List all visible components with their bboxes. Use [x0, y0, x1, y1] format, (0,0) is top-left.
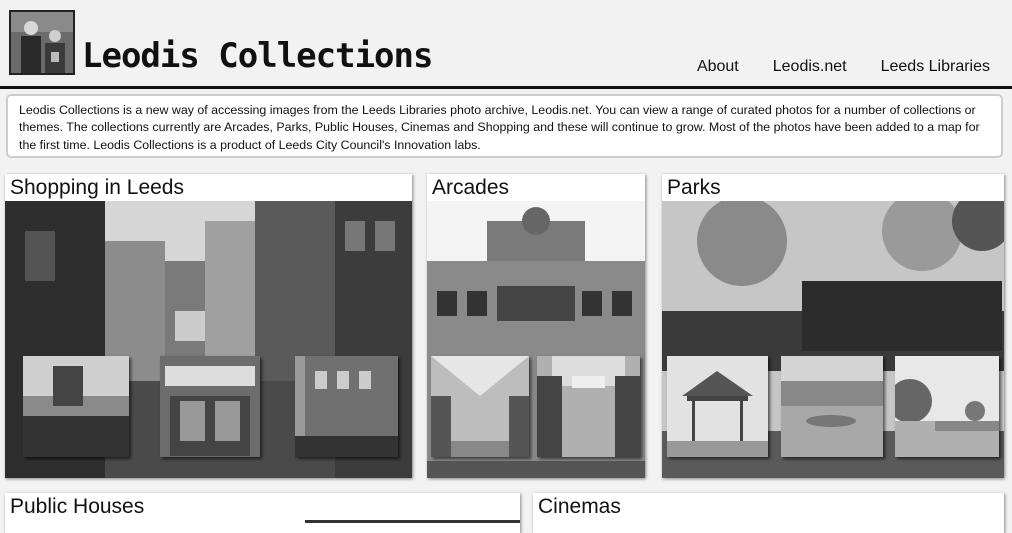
site-header: Leodis Collections About Leodis.net Leed… — [0, 0, 1012, 89]
logo-photo[interactable] — [9, 10, 75, 75]
collection-title: Shopping in Leeds — [10, 176, 184, 199]
collection-image[interactable] — [427, 201, 645, 478]
thumbnail — [667, 356, 768, 457]
thumbnail — [895, 356, 999, 457]
collection-image[interactable] — [5, 520, 520, 533]
thumbnail — [160, 356, 260, 457]
collection-title: Arcades — [432, 176, 510, 199]
collection-card-arcades[interactable]: Arcades — [427, 174, 645, 478]
collection-card-shopping[interactable]: Shopping in Leeds — [5, 174, 412, 478]
collection-card-cinemas[interactable]: Cinemas — [533, 493, 1004, 533]
collection-title: Cinemas — [538, 495, 621, 518]
nav-leeds-libraries-link[interactable]: Leeds Libraries — [881, 58, 990, 76]
collection-image[interactable] — [533, 520, 1004, 533]
nav-about-link[interactable]: About — [697, 58, 739, 76]
collection-title: Public Houses — [10, 495, 145, 518]
thumbnail — [295, 356, 398, 457]
thumbnail — [781, 356, 883, 457]
thumbnail — [537, 356, 640, 457]
collection-card-public-houses[interactable]: Public Houses — [5, 493, 520, 533]
collection-title: Parks — [667, 176, 721, 199]
collection-card-parks[interactable]: Parks — [662, 174, 1004, 478]
thumbnail — [431, 356, 529, 457]
nav-leodis-link[interactable]: Leodis.net — [773, 58, 847, 76]
intro-text: Leodis Collections is a new way of acces… — [6, 94, 1003, 158]
main-nav: About Leodis.net Leeds Libraries — [697, 58, 990, 76]
collection-image[interactable] — [662, 201, 1004, 478]
site-title[interactable]: Leodis Collections — [82, 36, 433, 76]
collection-image[interactable] — [5, 201, 412, 478]
thumbnail — [23, 356, 129, 457]
